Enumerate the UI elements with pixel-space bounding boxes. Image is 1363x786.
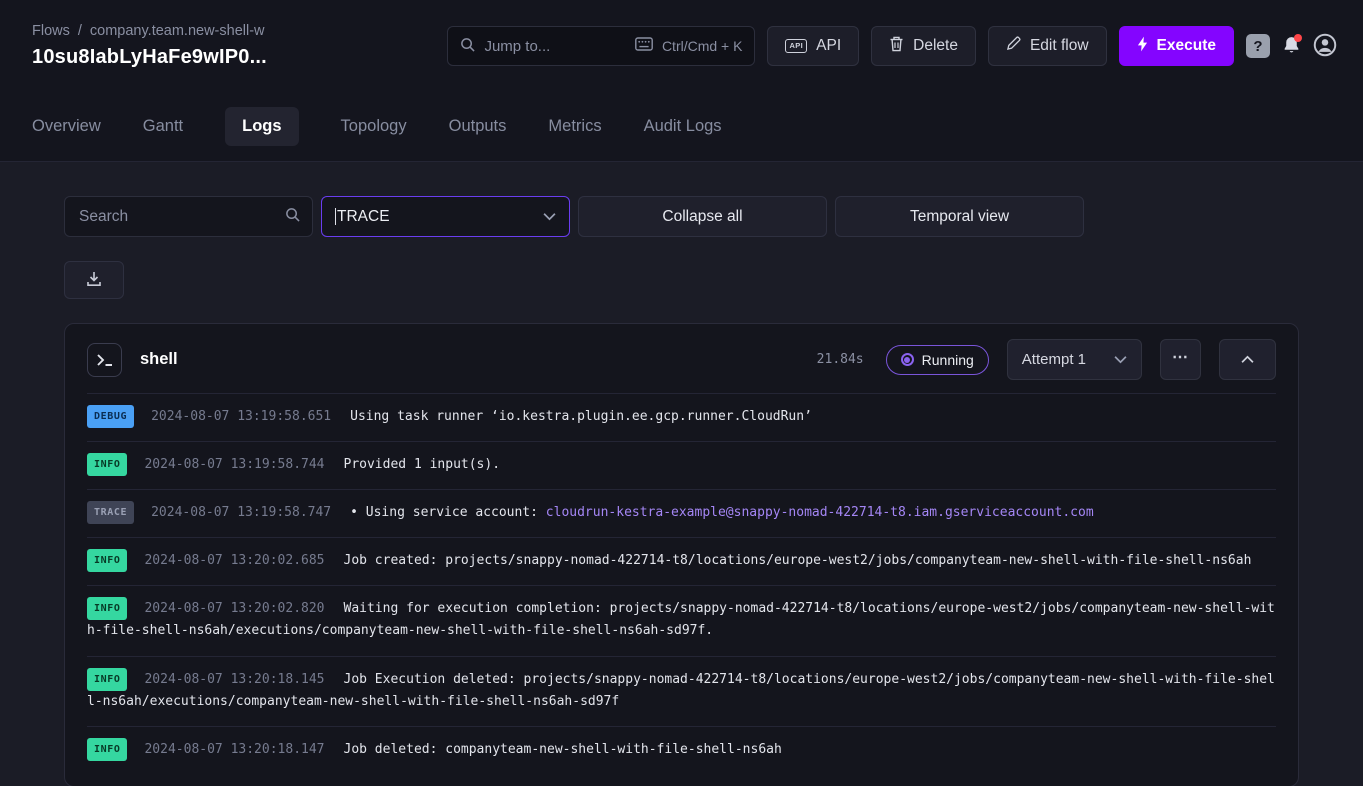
log-message: • Using service account: xyxy=(350,505,546,520)
logs-page: TRACE Collapse all Temporal view shell 2… xyxy=(0,162,1363,786)
notifications-button[interactable] xyxy=(1282,35,1301,58)
notification-dot xyxy=(1294,34,1302,42)
log-row[interactable]: TRACE 2024-08-07 13:19:58.747 • Using serv… xyxy=(87,490,1276,538)
log-rows: DEBUG 2024-08-07 13:19:58.651 Using task r… xyxy=(87,393,1276,774)
chevron-down-icon xyxy=(1114,351,1127,368)
collapse-all-button[interactable]: Collapse all xyxy=(578,196,827,237)
log-row[interactable]: INFO 2024-08-07 13:20:02.685 Job created: … xyxy=(87,538,1276,586)
task-log-header: shell 21.84s Running Attempt 1 ⋯ xyxy=(87,324,1276,393)
log-level-filter-value: TRACE xyxy=(337,208,390,226)
log-level-badge: INFO xyxy=(87,597,127,620)
trash-icon xyxy=(889,36,904,57)
log-timestamp: 2024-08-07 13:20:02.820 xyxy=(144,601,324,616)
pencil-icon xyxy=(1006,36,1021,56)
log-row[interactable]: INFO 2024-08-07 13:19:58.744 Provided 1 in… xyxy=(87,442,1276,490)
log-message: Using task runner ‘io.kestra.plugin.ee.g… xyxy=(350,409,812,424)
status-label: Running xyxy=(922,352,974,368)
execute-button[interactable]: Execute xyxy=(1119,26,1234,66)
search-input[interactable] xyxy=(77,207,277,227)
log-timestamp: 2024-08-07 13:20:18.145 xyxy=(144,672,324,687)
download-logs-button[interactable] xyxy=(64,261,124,299)
log-level-badge: INFO xyxy=(87,453,127,476)
delete-button-label: Delete xyxy=(913,37,958,55)
log-link[interactable]: cloudrun-kestra-example@snappy-nomad-422… xyxy=(546,505,1094,520)
breadcrumb-separator: / xyxy=(78,23,82,39)
tab-overview[interactable]: Overview xyxy=(32,107,101,146)
chevron-down-icon xyxy=(543,208,556,226)
log-timestamp: 2024-08-07 13:20:18.147 xyxy=(144,742,324,757)
log-row[interactable]: INFO2024-08-07 13:20:18.145Job Execution… xyxy=(87,657,1276,727)
terminal-icon xyxy=(87,343,122,377)
more-options-button[interactable]: ⋯ xyxy=(1160,339,1201,380)
log-level-badge: DEBUG xyxy=(87,405,134,428)
header-actions: Jump to... Ctrl/Cmd + K API API Delete E… xyxy=(447,26,1337,66)
more-icon: ⋯ xyxy=(1172,347,1189,367)
jump-to-search[interactable]: Jump to... Ctrl/Cmd + K xyxy=(447,26,755,66)
running-spinner-icon xyxy=(901,353,914,366)
lightning-icon xyxy=(1137,36,1148,57)
log-level-filter[interactable]: TRACE xyxy=(321,196,570,237)
log-row[interactable]: INFO2024-08-07 13:20:02.820Waiting for e… xyxy=(87,586,1276,656)
user-avatar[interactable] xyxy=(1313,33,1337,60)
collapse-task-button[interactable] xyxy=(1219,339,1276,380)
jump-to-shortcut: Ctrl/Cmd + K xyxy=(662,38,743,54)
breadcrumb: Flows / company.team.new-shell-w xyxy=(32,23,267,39)
attempt-select-value: Attempt 1 xyxy=(1022,351,1086,368)
breadcrumb-flows[interactable]: Flows xyxy=(32,23,70,39)
breadcrumb-namespace[interactable]: company.team.new-shell-w xyxy=(90,23,265,39)
api-button-label: API xyxy=(816,37,841,55)
help-icon: ? xyxy=(1246,34,1270,58)
search-icon xyxy=(285,207,300,227)
tab-bar: Overview Gantt Logs Topology Outputs Metrics A… xyxy=(0,92,1363,162)
help-button[interactable]: ? xyxy=(1246,34,1270,58)
avatar-icon xyxy=(1313,33,1337,60)
log-level-badge: TRACE xyxy=(87,501,134,524)
jump-to-placeholder: Jump to... xyxy=(484,38,550,55)
logs-toolbar: TRACE Collapse all Temporal view xyxy=(64,196,1299,237)
search-icon xyxy=(460,37,475,56)
log-level-badge: INFO xyxy=(87,668,127,691)
api-button[interactable]: API API xyxy=(767,26,859,66)
execute-button-label: Execute xyxy=(1157,37,1216,55)
tab-metrics[interactable]: Metrics xyxy=(548,107,601,146)
task-name: shell xyxy=(140,350,178,369)
log-search[interactable] xyxy=(64,196,313,237)
page-title: 10su8IabLyHaFe9wIP0... xyxy=(32,46,267,69)
chevron-up-icon xyxy=(1241,352,1254,367)
log-timestamp: 2024-08-07 13:20:02.685 xyxy=(144,553,324,568)
edit-flow-button-label: Edit flow xyxy=(1030,37,1089,55)
log-row[interactable]: INFO 2024-08-07 13:20:18.147 Job deleted: … xyxy=(87,727,1276,774)
delete-button[interactable]: Delete xyxy=(871,26,976,66)
status-badge[interactable]: Running xyxy=(886,345,989,375)
attempt-select[interactable]: Attempt 1 xyxy=(1007,339,1142,380)
log-message: Provided 1 input(s). xyxy=(344,457,501,472)
edit-flow-button[interactable]: Edit flow xyxy=(988,26,1107,66)
tab-audit-logs[interactable]: Audit Logs xyxy=(644,107,722,146)
api-icon: API xyxy=(785,39,807,53)
log-message: Job deleted: companyteam-new-shell-with-… xyxy=(344,742,782,757)
download-icon xyxy=(86,271,102,290)
task-log-card: shell 21.84s Running Attempt 1 ⋯ xyxy=(64,323,1299,786)
log-level-badge: INFO xyxy=(87,738,127,761)
log-timestamp: 2024-08-07 13:19:58.651 xyxy=(151,409,331,424)
temporal-view-button[interactable]: Temporal view xyxy=(835,196,1084,237)
tab-outputs[interactable]: Outputs xyxy=(449,107,507,146)
app-header: Flows / company.team.new-shell-w 10su8Ia… xyxy=(0,0,1363,92)
header-title-block: Flows / company.team.new-shell-w 10su8Ia… xyxy=(32,23,267,69)
log-level-badge: INFO xyxy=(87,549,127,572)
log-timestamp: 2024-08-07 13:19:58.744 xyxy=(144,457,324,472)
keyboard-icon xyxy=(635,37,653,55)
log-message: Job created: projects/snappy-nomad-42271… xyxy=(344,553,1252,568)
tab-gantt[interactable]: Gantt xyxy=(143,107,183,146)
task-duration: 21.84s xyxy=(817,352,864,367)
text-cursor xyxy=(335,208,336,225)
tab-logs[interactable]: Logs xyxy=(225,107,298,146)
tab-topology[interactable]: Topology xyxy=(341,107,407,146)
log-timestamp: 2024-08-07 13:19:58.747 xyxy=(151,505,331,520)
log-row[interactable]: DEBUG 2024-08-07 13:19:58.651 Using task r… xyxy=(87,394,1276,442)
